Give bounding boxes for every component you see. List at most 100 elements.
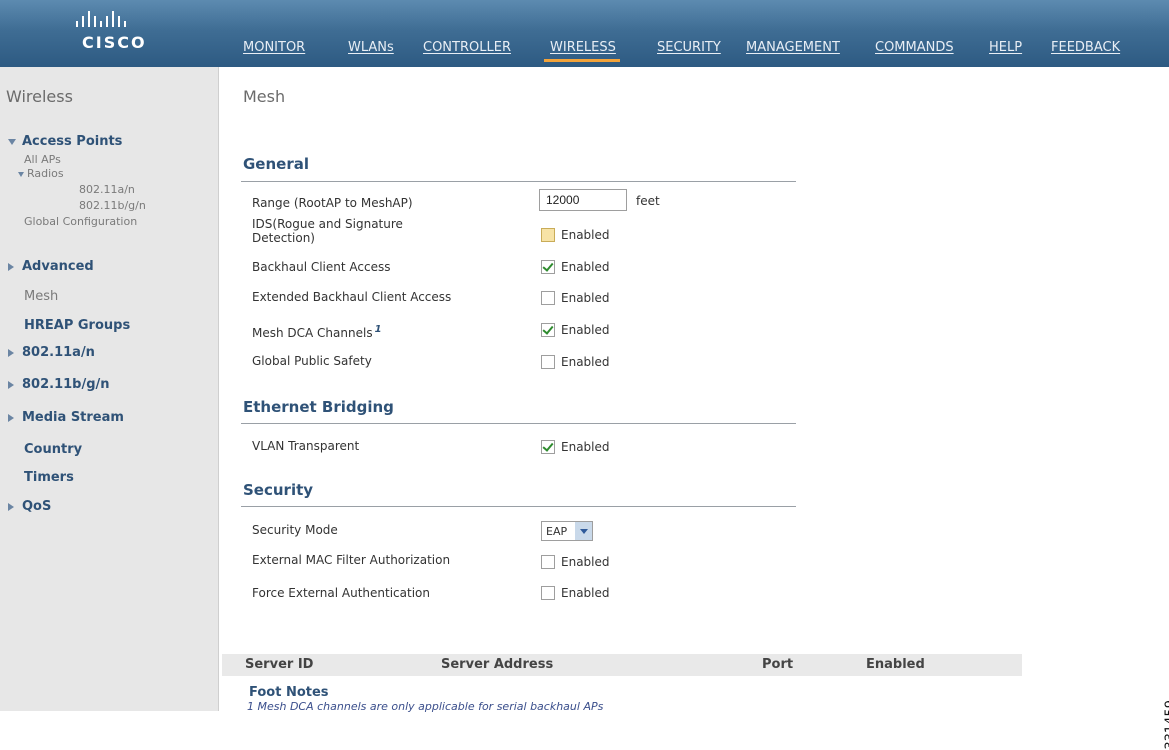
ids-label-line-1: IDS(Rogue and Signature	[252, 217, 403, 231]
section-security-heading: Security	[243, 481, 314, 499]
sidebar-item-advanced[interactable]: Advanced	[8, 259, 94, 274]
sidebar-item-label: Access Points	[22, 134, 123, 149]
mesh-dca-channels-checkbox[interactable]: Enabled	[541, 323, 610, 337]
checkbox-unchecked[interactable]	[541, 586, 555, 600]
column-enabled: Enabled	[866, 657, 925, 672]
menu-commands-label: COMMANDS	[875, 40, 954, 55]
vlan-transparent-label: VLAN Transparent	[252, 439, 360, 453]
range-input[interactable]	[539, 189, 627, 211]
ids-enabled-checkbox[interactable]: Enabled	[541, 228, 610, 242]
sidebar-title: Wireless	[6, 87, 73, 106]
security-mode-select[interactable]: EAP	[541, 521, 593, 541]
section-ethernet-bridging-heading: Ethernet Bridging	[243, 398, 394, 416]
checkbox-unchecked[interactable]	[541, 555, 555, 569]
extended-backhaul-label: Extended Backhaul Client Access	[252, 290, 452, 304]
checkbox-label: Enabled	[561, 228, 610, 242]
sidebar-item-country[interactable]: Country	[24, 442, 82, 457]
expand-right-icon	[8, 380, 14, 389]
sidebar-item-radios[interactable]: Radios	[18, 167, 64, 180]
menu-management[interactable]: MANAGEMENT	[746, 40, 840, 55]
cisco-bars-icon	[76, 11, 126, 27]
checkbox-unchecked[interactable]	[541, 291, 555, 305]
sidebar-item-all-aps[interactable]: All APs	[24, 153, 61, 166]
expand-right-icon	[8, 413, 14, 422]
menu-feedback[interactable]: FEEDBACK	[1051, 40, 1120, 55]
sidebar-item-timers[interactable]: Timers	[24, 470, 74, 485]
ids-label: IDS(Rogue and Signature Detection)	[252, 217, 403, 245]
sidebar-item-radio-bg[interactable]: 802.11b/g/n	[79, 199, 146, 212]
expand-down-icon	[8, 138, 16, 145]
force-external-auth-label: Force External Authentication	[252, 586, 430, 600]
global-public-safety-checkbox[interactable]: Enabled	[541, 355, 610, 369]
sidebar-item-hreap-groups[interactable]: HREAP Groups	[24, 318, 130, 333]
sidebar-item-label: Media Stream	[22, 410, 124, 425]
menu-wlans-label: WLANs	[348, 40, 394, 55]
checkbox-label: Enabled	[561, 323, 610, 337]
menu-help[interactable]: HELP	[989, 40, 1022, 55]
footnote-marker[interactable]: 1	[375, 324, 382, 335]
column-port: Port	[762, 657, 794, 672]
ids-label-line-2: Detection)	[252, 231, 315, 245]
global-public-safety-label: Global Public Safety	[252, 354, 372, 368]
sidebar: Wireless Access Points All APs Radios 80…	[0, 67, 219, 711]
menu-security[interactable]: SECURITY	[657, 40, 721, 55]
checkbox-label: Enabled	[561, 291, 610, 305]
checkbox-checked[interactable]	[541, 323, 555, 337]
checkbox-checked[interactable]	[541, 260, 555, 274]
checkbox-label: Enabled	[561, 586, 610, 600]
menu-controller[interactable]: CONTROLLER	[423, 40, 511, 55]
column-server-id: Server ID	[245, 657, 314, 672]
footnote-1: 1 Mesh DCA channels are only applicable …	[247, 700, 604, 713]
checkbox-checked[interactable]	[541, 440, 555, 454]
checkbox-label: Enabled	[561, 440, 610, 454]
checkbox-unchecked[interactable]	[541, 355, 555, 369]
sidebar-item-802-11a-n[interactable]: 802.11a/n	[8, 345, 95, 360]
sidebar-item-label: Radios	[27, 167, 64, 180]
footnotes-heading: Foot Notes	[249, 685, 329, 700]
sidebar-item-label: Advanced	[22, 259, 94, 274]
top-navigation-bar: CISCO MONITOR WLANs CONTROLLER WIRELESS …	[0, 0, 1169, 67]
security-mode-label: Security Mode	[252, 523, 338, 537]
checkbox-label: Enabled	[561, 260, 610, 274]
sidebar-item-access-points[interactable]: Access Points	[8, 134, 122, 149]
checkbox-label: Enabled	[561, 355, 610, 369]
extended-backhaul-checkbox[interactable]: Enabled	[541, 291, 610, 305]
menu-wireless[interactable]: WIRELESS	[544, 40, 620, 62]
sidebar-item-qos[interactable]: QoS	[8, 499, 51, 514]
page-title: Mesh	[243, 87, 286, 106]
backhaul-client-access-checkbox[interactable]: Enabled	[541, 260, 610, 274]
expand-right-icon	[8, 262, 14, 271]
sidebar-item-global-config[interactable]: Global Configuration	[24, 215, 137, 228]
sidebar-item-media-stream[interactable]: Media Stream	[8, 410, 124, 425]
external-mac-filter-label: External MAC Filter Authorization	[252, 553, 451, 567]
checkbox-unchecked[interactable]	[541, 228, 555, 242]
sidebar-item-label: QoS	[22, 499, 52, 514]
section-general-heading: General	[243, 155, 309, 173]
menu-monitor[interactable]: MONITOR	[243, 40, 305, 55]
sidebar-item-radio-a[interactable]: 802.11a/n	[79, 183, 135, 196]
security-mode-value: EAP	[546, 524, 568, 538]
cisco-wordmark: CISCO	[82, 33, 147, 52]
menu-controller-label: CONTROLLER	[423, 40, 511, 55]
menu-feedback-label: FEEDBACK	[1051, 40, 1121, 55]
external-mac-filter-checkbox[interactable]: Enabled	[541, 555, 610, 569]
range-unit: feet	[636, 194, 660, 208]
menu-wlans[interactable]: WLANs	[348, 40, 394, 55]
range-label: Range (RootAP to MeshAP)	[252, 196, 413, 210]
expand-down-icon	[18, 171, 24, 177]
menu-monitor-label: MONITOR	[243, 40, 306, 55]
backhaul-client-access-label: Backhaul Client Access	[252, 260, 391, 274]
menu-help-label: HELP	[989, 40, 1023, 55]
chevron-down-icon[interactable]	[575, 522, 592, 540]
checkbox-label: Enabled	[561, 555, 610, 569]
expand-right-icon	[8, 502, 14, 511]
sidebar-item-mesh[interactable]: Mesh	[24, 289, 58, 304]
menu-commands[interactable]: COMMANDS	[875, 40, 954, 55]
mesh-dca-label-text: Mesh DCA Channels	[252, 326, 373, 340]
vlan-transparent-checkbox[interactable]: Enabled	[541, 440, 610, 454]
force-external-auth-checkbox[interactable]: Enabled	[541, 586, 610, 600]
main-content: Mesh General Range (RootAP to MeshAP) fe…	[219, 67, 1169, 711]
section-divider	[241, 181, 796, 182]
expand-right-icon	[8, 348, 14, 357]
sidebar-item-802-11b-g-n[interactable]: 802.11b/g/n	[8, 377, 110, 392]
